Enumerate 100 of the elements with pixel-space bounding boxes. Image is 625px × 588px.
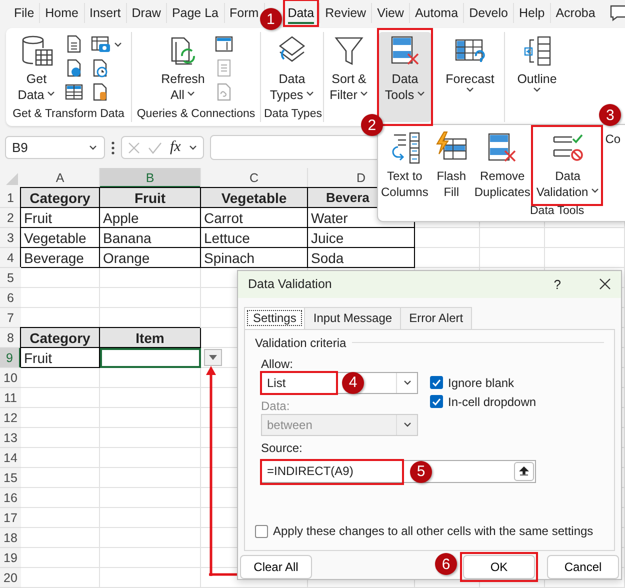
chevron-icon [187, 91, 196, 96]
dialog-button[interactable]: Clear All [240, 555, 312, 579]
row-number[interactable]: 13 [0, 428, 21, 448]
ribbon-button[interactable]: Data Tools [378, 32, 432, 122]
row-number[interactable]: 6 [0, 288, 21, 308]
step-badge: 6 [435, 553, 457, 575]
chevron-icon [306, 91, 314, 96]
table-icon[interactable] [64, 82, 84, 102]
row-number[interactable]: 15 [0, 468, 21, 488]
ribbon-button[interactable]: Flash Fill [433, 129, 470, 202]
step-badge: 1 [260, 8, 282, 30]
table-cell: Item [100, 328, 201, 348]
table-cell: Vegetable [21, 228, 100, 248]
step-badge: 5 [410, 460, 432, 483]
step-badge: 2 [360, 114, 383, 136]
ribbon-tab[interactable]: Help [518, 2, 545, 24]
comment-icon[interactable] [609, 3, 625, 23]
arrow-up-icon [519, 466, 529, 476]
table-cell: Soda [308, 248, 415, 268]
ribbon-tab[interactable]: Data [288, 2, 314, 24]
table-cell: Spinach [201, 248, 308, 268]
caret-icon [209, 355, 217, 360]
chevron-icon [417, 91, 426, 96]
row-number[interactable]: 18 [0, 528, 21, 548]
dialog-tab[interactable]: Error Alert [400, 306, 472, 329]
ribbon-tab[interactable]: Home [45, 2, 78, 24]
group-label: Queries & Connections [136, 108, 256, 122]
row-number[interactable]: 16 [0, 488, 21, 508]
dialog-button[interactable]: OK [463, 555, 535, 579]
ribbon-button[interactable]: Data Types [266, 32, 318, 105]
table-cell: Carrot [201, 208, 308, 228]
ribbon-tab[interactable]: Automa [414, 2, 458, 24]
row-number[interactable]: 7 [0, 308, 21, 328]
checkbox[interactable] [430, 395, 443, 408]
column-header[interactable]: C [201, 168, 308, 188]
ribbon-tab[interactable]: Insert [90, 2, 121, 24]
table-cell: Fruit [100, 188, 201, 208]
dialog-button[interactable]: Cancel [547, 555, 619, 579]
row-number[interactable]: 8 [0, 328, 21, 348]
function-button[interactable]: fx [170, 139, 181, 156]
row-number[interactable]: 11 [0, 388, 21, 408]
ribbon-tab[interactable]: Form [230, 2, 259, 24]
ribbon-button[interactable]: Co [604, 129, 622, 149]
check-icon[interactable] [148, 142, 162, 154]
more-icon[interactable] [111, 140, 115, 154]
step-badge: 4 [342, 372, 364, 394]
ribbon-tab[interactable]: View [377, 2, 404, 24]
row-number[interactable]: 19 [0, 548, 21, 568]
table-cell: Apple [100, 208, 201, 228]
name-box[interactable]: B9 [5, 136, 105, 159]
dialog-tab[interactable]: Settings [244, 306, 306, 329]
row-number[interactable]: 12 [0, 408, 21, 428]
column-header[interactable]: A [21, 168, 100, 188]
ribbon-tab[interactable]: File [14, 2, 34, 24]
row-number[interactable]: 20 [0, 568, 21, 588]
table-cell: Fruit [21, 208, 100, 228]
checkbox[interactable] [255, 524, 268, 538]
database-table-icon [20, 34, 54, 68]
row-number[interactable]: 4 [0, 248, 21, 268]
chevron-icon [402, 380, 412, 386]
ribbon-button[interactable]: Forecast [442, 32, 498, 97]
row-number[interactable]: 10 [0, 368, 21, 388]
checkbox[interactable] [430, 376, 443, 390]
table-cell [415, 248, 480, 268]
row-number[interactable]: 1 [0, 188, 21, 208]
table-cell [480, 248, 545, 268]
ribbon-button[interactable]: Remove Duplicates [473, 129, 532, 202]
table-cell: Category [21, 328, 100, 348]
panel-icon[interactable] [214, 34, 234, 54]
source-field[interactable]: =INDIRECT(A9) 5 [261, 460, 536, 483]
group-label: Get & Transform Data [12, 108, 126, 122]
row-number[interactable]: 2 [0, 208, 21, 228]
ribbon-tab[interactable]: Develo [469, 2, 508, 24]
column-header[interactable]: B [100, 168, 201, 188]
ribbon-button[interactable]: Outline [514, 32, 560, 97]
table-cell: Juice [308, 228, 415, 248]
table-cell: Lettuce [201, 228, 308, 248]
row-number[interactable]: 5 [0, 268, 21, 288]
ribbon-tab[interactable]: Review [325, 2, 366, 24]
help-button[interactable]: ? [554, 276, 561, 292]
ribbon-tab[interactable]: Draw [132, 2, 161, 24]
chevron-icon [47, 91, 56, 96]
row-number[interactable]: 9 [0, 348, 21, 368]
row-number[interactable]: 17 [0, 508, 21, 528]
group-label: Data Tools [530, 205, 584, 219]
row-number[interactable]: 14 [0, 448, 21, 468]
ribbon-button[interactable]: Sort & Filter [326, 32, 372, 105]
collapse-button[interactable] [514, 462, 534, 481]
table-camera-icon[interactable] [90, 34, 112, 54]
ribbon-button[interactable]: Get Data [14, 32, 58, 105]
ribbon-button[interactable]: Data Validation [535, 129, 600, 202]
close-icon[interactable] [599, 278, 611, 290]
ribbon-tab[interactable]: Page La [172, 2, 219, 24]
ribbon-button[interactable]: Refresh All [158, 32, 208, 105]
dialog-tab[interactable]: Input Message [304, 306, 402, 329]
table-cell: Fruit [21, 348, 100, 368]
allow-select[interactable]: List 4 [261, 372, 418, 394]
row-number[interactable]: 3 [0, 228, 21, 248]
dropdown-button[interactable] [204, 349, 222, 366]
ribbon-tab[interactable]: Acroba [556, 2, 596, 24]
